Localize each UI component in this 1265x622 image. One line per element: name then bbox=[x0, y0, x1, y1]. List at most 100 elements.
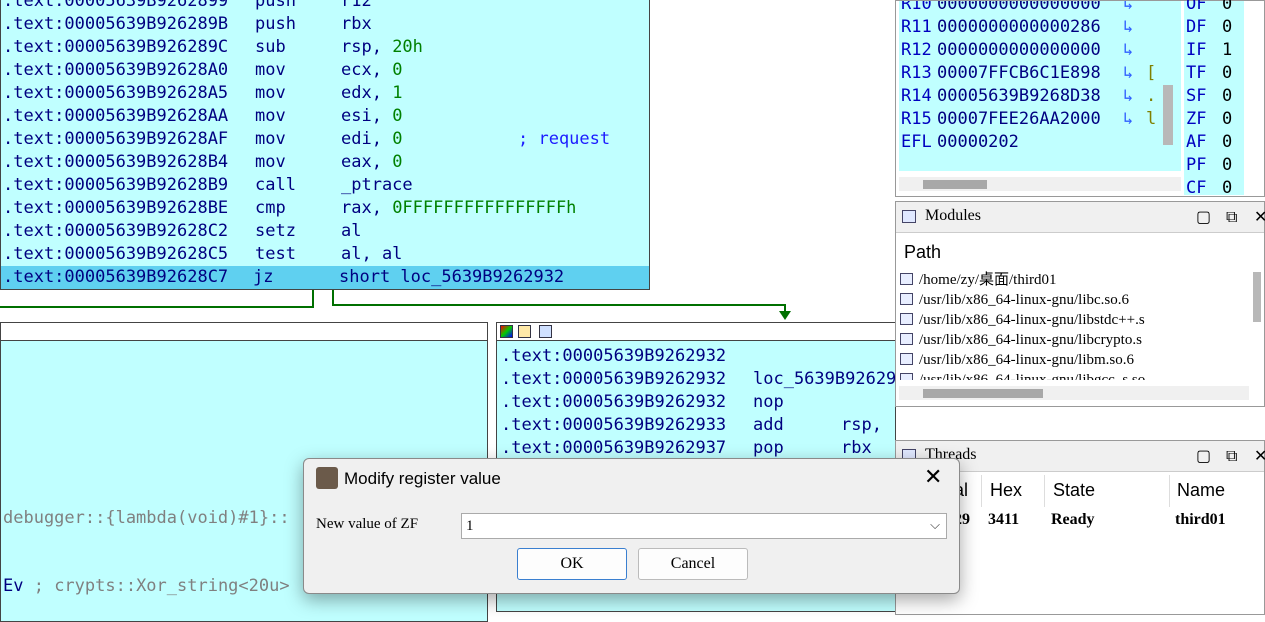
register-row[interactable]: R13 00007FFCB6C1E898 ↳ [ bbox=[901, 62, 1156, 85]
flag-value: 1 bbox=[1222, 40, 1233, 60]
operand-text: r12 bbox=[341, 0, 372, 11]
flag-value: 0 bbox=[1222, 86, 1233, 106]
register-value: 00007FFCB6C1E898 bbox=[937, 63, 1101, 83]
flag-name: PF bbox=[1186, 155, 1207, 175]
modules-hscrollbar[interactable] bbox=[899, 386, 1249, 400]
restore-icon[interactable]: ⧉ bbox=[1226, 446, 1237, 466]
module-item[interactable]: /home/zy/桌面/third01 bbox=[900, 270, 1056, 290]
module-item[interactable]: /usr/lib/x86_64-linux-gnu/libc.so.6 bbox=[900, 290, 1129, 310]
registers-vscrollbar[interactable] bbox=[1161, 1, 1175, 151]
register-row[interactable]: R14 00005639B9268D38 ↳. bbox=[901, 85, 1156, 108]
flag-row[interactable]: CF 0 bbox=[1186, 177, 1232, 200]
code-line[interactable]: Ev ; crypts::Xor_string<20u> bbox=[3, 575, 290, 598]
follow-arrow-icon[interactable]: ↳ bbox=[1123, 85, 1133, 108]
modules-title-bar: Modules ▢ ⧉ ✕ bbox=[896, 202, 1265, 233]
flag-name: TF bbox=[1186, 63, 1207, 83]
operand-text: _ptrace bbox=[341, 175, 413, 195]
operands: esi, 0 bbox=[341, 105, 402, 128]
code-line[interactable]: debugger::{lambda(void)#1}:: bbox=[3, 507, 290, 530]
register-row[interactable]: R10 0000000000000000 ↳ bbox=[901, 1, 1133, 16]
follow-arrow-icon[interactable]: ↳ bbox=[1123, 16, 1133, 39]
operands: rsp, bbox=[841, 415, 882, 435]
address: .text:00005639B92628C2 bbox=[3, 221, 229, 241]
flag-name: SF bbox=[1186, 86, 1207, 106]
mnemonic: pop bbox=[753, 438, 784, 458]
module-path: /home/zy/桌面/third01 bbox=[919, 272, 1057, 288]
mnemonic: mov bbox=[255, 106, 286, 126]
register-value-input[interactable]: 1 ⌵ bbox=[461, 513, 947, 539]
threads-column-name[interactable]: Name bbox=[1177, 480, 1225, 501]
module-icon bbox=[900, 273, 913, 285]
color-icon[interactable] bbox=[500, 325, 513, 338]
register-row[interactable]: R12 0000000000000000 ↳ bbox=[901, 39, 1133, 62]
chevron-down-icon[interactable]: ⌵ bbox=[930, 514, 940, 538]
operands: edx, 1 bbox=[341, 82, 402, 105]
close-icon[interactable]: ✕ bbox=[1254, 207, 1265, 226]
scrollbar-thumb[interactable] bbox=[923, 180, 987, 189]
follow-arrow-icon[interactable]: ↳ bbox=[1123, 39, 1133, 62]
module-item[interactable]: /usr/lib/x86_64-linux-gnu/libgcc_s.so bbox=[900, 370, 1145, 380]
module-icon bbox=[900, 293, 913, 305]
mnemonic: setz bbox=[255, 221, 296, 241]
cancel-button[interactable]: Cancel bbox=[638, 548, 748, 580]
follow-arrow-icon[interactable]: ↳ bbox=[1123, 1, 1133, 16]
operands: eax, 0 bbox=[341, 151, 402, 174]
register-row[interactable]: R15 00007FEE26AA2000 ↳ l bbox=[901, 108, 1156, 131]
flag-row[interactable]: SF 0 bbox=[1186, 85, 1232, 108]
column-divider bbox=[1169, 475, 1170, 507]
module-item[interactable]: /usr/lib/x86_64-linux-gnu/libstdc++.s bbox=[900, 310, 1145, 330]
modules-column-path[interactable]: Path bbox=[904, 242, 941, 263]
module-item[interactable]: /usr/lib/x86_64-linux-gnu/libcrypto.s bbox=[900, 330, 1142, 350]
operand-text: ecx, bbox=[341, 60, 393, 80]
operand-text: rsp, bbox=[341, 37, 393, 57]
module-path: /usr/lib/x86_64-linux-gnu/libcrypto.s bbox=[919, 332, 1142, 348]
flag-row[interactable]: OF 0 bbox=[1186, 0, 1232, 16]
code-line-selected[interactable]: .text:00005639B92628C7 jz short loc_5639B9… bbox=[1, 266, 649, 289]
operands: r12 bbox=[341, 0, 372, 13]
register-value: 0000000000000286 bbox=[937, 17, 1101, 37]
scrollbar-thumb[interactable] bbox=[923, 389, 1043, 398]
maximize-icon[interactable]: ▢ bbox=[1196, 446, 1211, 465]
flag-row[interactable]: AF 0 bbox=[1186, 131, 1232, 154]
node-header bbox=[1, 323, 487, 341]
register-row[interactable]: R11 0000000000000286 ↳ bbox=[901, 16, 1133, 39]
scrollbar-thumb[interactable] bbox=[1253, 272, 1261, 322]
restore-icon[interactable]: ⧉ bbox=[1226, 207, 1237, 227]
register-row[interactable]: EFL 00000202 bbox=[901, 131, 1019, 154]
flag-row[interactable]: TF 0 bbox=[1186, 62, 1232, 85]
register-value: 00000202 bbox=[937, 132, 1019, 152]
registers-panel: R10 0000000000000000 ↳ R11 0000000000000286 ↳… bbox=[895, 0, 1265, 200]
flag-row[interactable]: ZF 0 bbox=[1186, 108, 1232, 131]
group-icon[interactable] bbox=[539, 325, 552, 338]
address: .text:00005639B926289C bbox=[3, 37, 229, 57]
operand-text: edx, bbox=[341, 83, 393, 103]
flag-row[interactable]: IF 1 bbox=[1186, 39, 1232, 62]
flag-row[interactable]: DF 0 bbox=[1186, 16, 1232, 39]
flag-name: AF bbox=[1186, 132, 1207, 152]
scrollbar-thumb[interactable] bbox=[1163, 85, 1173, 145]
mnemonic: push bbox=[255, 0, 296, 11]
flag-row[interactable]: PF 0 bbox=[1186, 154, 1232, 177]
close-icon[interactable]: ✕ bbox=[1254, 446, 1265, 465]
operand-number: 0 bbox=[392, 152, 403, 172]
close-icon[interactable]: ✕ bbox=[924, 465, 942, 490]
modules-vscrollbar[interactable] bbox=[1251, 242, 1263, 382]
dialog-title: Modify register value bbox=[344, 469, 501, 488]
threads-column-state[interactable]: State bbox=[1053, 480, 1095, 501]
follow-arrow-icon[interactable]: ↳ bbox=[1123, 62, 1133, 85]
register-value: 0000000000000000 bbox=[937, 40, 1101, 60]
operands: al, al bbox=[341, 243, 402, 266]
ok-button[interactable]: OK bbox=[517, 548, 627, 580]
operands: ecx, 0 bbox=[341, 59, 402, 82]
graph-edge bbox=[0, 306, 314, 308]
address: .text:00005639B92628BE bbox=[3, 198, 229, 218]
modules-list: /home/zy/桌面/third01/usr/lib/x86_64-linux… bbox=[896, 270, 1251, 380]
module-item[interactable]: /usr/lib/x86_64-linux-gnu/libm.so.6 bbox=[900, 350, 1134, 370]
maximize-icon[interactable]: ▢ bbox=[1196, 207, 1211, 226]
follow-arrow-icon[interactable]: ↳ bbox=[1123, 108, 1133, 131]
registers-hscrollbar[interactable] bbox=[899, 177, 1181, 191]
rename-icon[interactable] bbox=[518, 325, 531, 338]
mnemonic: add bbox=[753, 415, 784, 435]
threads-column-hex[interactable]: Hex bbox=[990, 480, 1022, 501]
thread-name: third01 bbox=[1175, 511, 1226, 528]
